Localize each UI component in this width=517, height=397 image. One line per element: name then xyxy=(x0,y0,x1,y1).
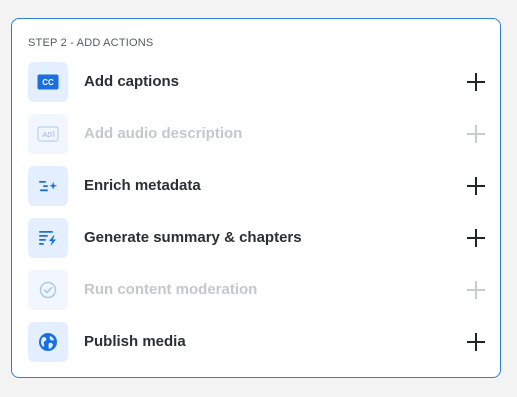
add-actions-panel: STEP 2 - ADD ACTIONS CC Add captions AD xyxy=(11,18,501,378)
generate-summary-plus-icon[interactable] xyxy=(466,228,486,248)
action-label: Generate summary & chapters xyxy=(84,229,302,246)
action-run-content-moderation[interactable]: Run content moderation xyxy=(28,270,486,310)
run-content-moderation-plus-icon[interactable] xyxy=(466,280,486,300)
add-captions-plus-icon[interactable] xyxy=(466,72,486,92)
svg-text:CC: CC xyxy=(42,78,54,87)
globe-icon xyxy=(28,322,68,362)
action-add-audio-description[interactable]: AD Add audio description xyxy=(28,114,486,154)
check-circle-icon xyxy=(28,270,68,310)
action-label: Enrich metadata xyxy=(84,177,201,194)
step-title: STEP 2 - ADD ACTIONS xyxy=(28,37,154,49)
cc-icon: CC xyxy=(28,62,68,102)
actions-list: CC Add captions AD Add audio description xyxy=(28,62,486,374)
action-label: Add audio description xyxy=(84,125,243,142)
action-publish-media[interactable]: Publish media xyxy=(28,322,486,362)
sparkle-list-icon xyxy=(28,166,68,206)
add-audio-description-plus-icon[interactable] xyxy=(466,124,486,144)
summary-bolt-icon xyxy=(28,218,68,258)
action-add-captions[interactable]: CC Add captions xyxy=(28,62,486,102)
enrich-metadata-plus-icon[interactable] xyxy=(466,176,486,196)
audio-description-icon: AD xyxy=(28,114,68,154)
action-label: Publish media xyxy=(84,333,186,350)
action-label: Add captions xyxy=(84,73,180,90)
action-label: Run content moderation xyxy=(84,281,258,298)
action-generate-summary[interactable]: Generate summary & chapters xyxy=(28,218,486,258)
publish-media-plus-icon[interactable] xyxy=(466,332,486,352)
action-enrich-metadata[interactable]: Enrich metadata xyxy=(28,166,486,206)
svg-text:AD: AD xyxy=(41,132,52,139)
